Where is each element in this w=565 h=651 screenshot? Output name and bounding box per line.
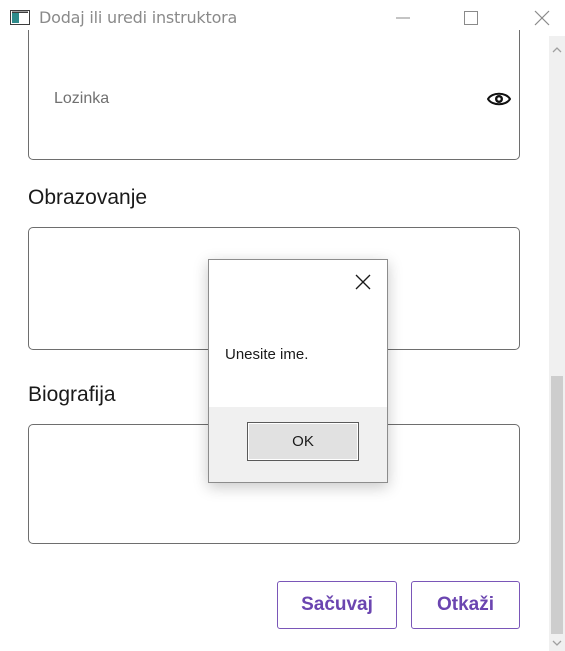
scroll-down-button[interactable] <box>549 636 565 650</box>
biography-label: Biografija <box>28 383 116 406</box>
instructor-window: Dodaj ili uredi instruktora Lozinka Obra… <box>0 0 565 651</box>
scroll-thumb[interactable] <box>551 376 563 634</box>
scroll-up-button[interactable] <box>549 42 565 58</box>
close-icon <box>355 274 371 290</box>
app-window-icon <box>10 10 30 25</box>
dialog-close-button[interactable] <box>349 268 377 296</box>
chevron-up-icon <box>552 47 562 53</box>
education-label: Obrazovanje <box>28 186 148 209</box>
chevron-down-icon <box>552 640 562 646</box>
vertical-scrollbar[interactable] <box>549 36 565 651</box>
close-icon <box>534 10 550 26</box>
save-button[interactable]: Sačuvaj <box>277 581 397 629</box>
dialog-footer: OK <box>209 407 387 482</box>
eye-icon[interactable] <box>487 89 511 109</box>
message-dialog: Unesite ime. OK <box>208 259 388 483</box>
maximize-icon <box>464 11 478 25</box>
window-title: Dodaj ili uredi instruktora <box>39 8 238 27</box>
password-placeholder: Lozinka <box>54 90 110 107</box>
ok-button[interactable]: OK <box>247 422 359 461</box>
minimize-icon <box>396 17 410 19</box>
dialog-message: Unesite ime. <box>225 346 309 363</box>
window-close-button[interactable] <box>519 0 565 36</box>
cancel-button[interactable]: Otkaži <box>411 581 520 629</box>
